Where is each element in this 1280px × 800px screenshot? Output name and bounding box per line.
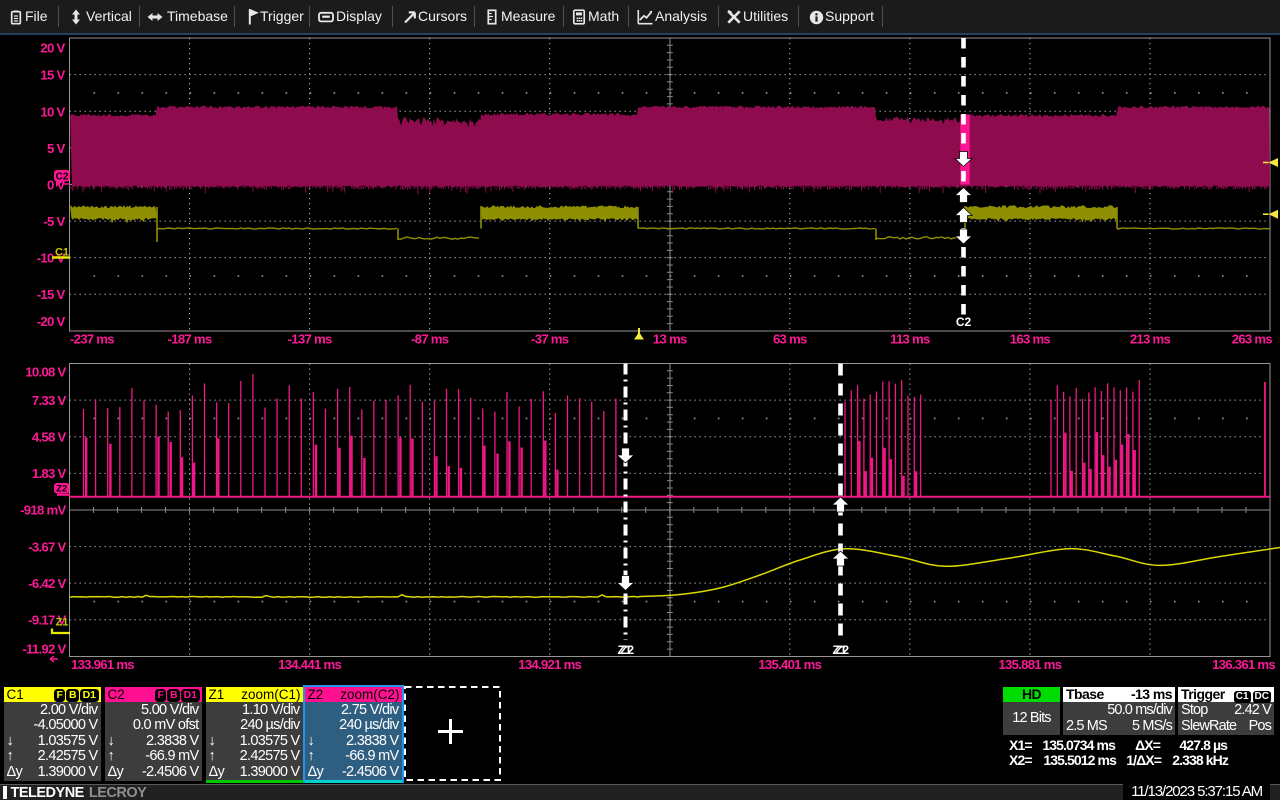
svg-text:-6.42 V: -6.42 V (28, 576, 66, 591)
svg-text:10 V: 10 V (40, 104, 65, 119)
svg-text:-237 ms: -237 ms (70, 332, 114, 347)
svg-text:Z2: Z2 (620, 643, 634, 657)
svg-text:134.921 ms: 134.921 ms (518, 657, 581, 672)
svg-text:C2: C2 (956, 315, 972, 329)
svg-text:13 ms: 13 ms (653, 332, 687, 347)
svg-text:C2: C2 (56, 172, 69, 183)
svg-text:-11.92 V: -11.92 V (22, 641, 66, 656)
svg-text:10.08 V: 10.08 V (25, 364, 66, 379)
svg-text:-187 ms: -187 ms (168, 332, 212, 347)
svg-text:Z2: Z2 (56, 484, 67, 495)
svg-text:20 V: 20 V (40, 40, 65, 55)
svg-text:135.881 ms: 135.881 ms (998, 657, 1061, 672)
svg-text:263 ms: 263 ms (1232, 332, 1273, 347)
svg-text:-918 mV: -918 mV (20, 503, 66, 518)
svg-text:-3.67 V: -3.67 V (28, 539, 66, 554)
svg-text:Z1: Z1 (56, 617, 69, 629)
svg-text:-87 ms: -87 ms (411, 332, 449, 347)
svg-text:63 ms: 63 ms (773, 332, 807, 347)
svg-text:4.58 V: 4.58 V (32, 430, 67, 445)
svg-text:-137 ms: -137 ms (288, 332, 332, 347)
svg-text:113 ms: 113 ms (890, 332, 930, 347)
svg-text:7.33 V: 7.33 V (32, 393, 67, 408)
svg-text:133.961 ms: 133.961 ms (71, 657, 134, 672)
svg-text:-5 V: -5 V (43, 214, 65, 229)
svg-text:15 V: 15 V (40, 68, 65, 83)
svg-text:-20 V: -20 V (37, 314, 66, 329)
svg-text:134.441 ms: 134.441 ms (278, 657, 341, 672)
svg-text:1.83 V: 1.83 V (32, 466, 67, 481)
svg-text:-37 ms: -37 ms (531, 332, 569, 347)
svg-text:163 ms: 163 ms (1010, 332, 1051, 347)
svg-text:135.401 ms: 135.401 ms (758, 657, 821, 672)
svg-text:213 ms: 213 ms (1130, 332, 1171, 347)
svg-text:136.361 ms: 136.361 ms (1212, 657, 1275, 672)
svg-text:5 V: 5 V (47, 141, 65, 156)
svg-text:Z2: Z2 (835, 643, 849, 657)
svg-text:-15 V: -15 V (37, 287, 66, 302)
